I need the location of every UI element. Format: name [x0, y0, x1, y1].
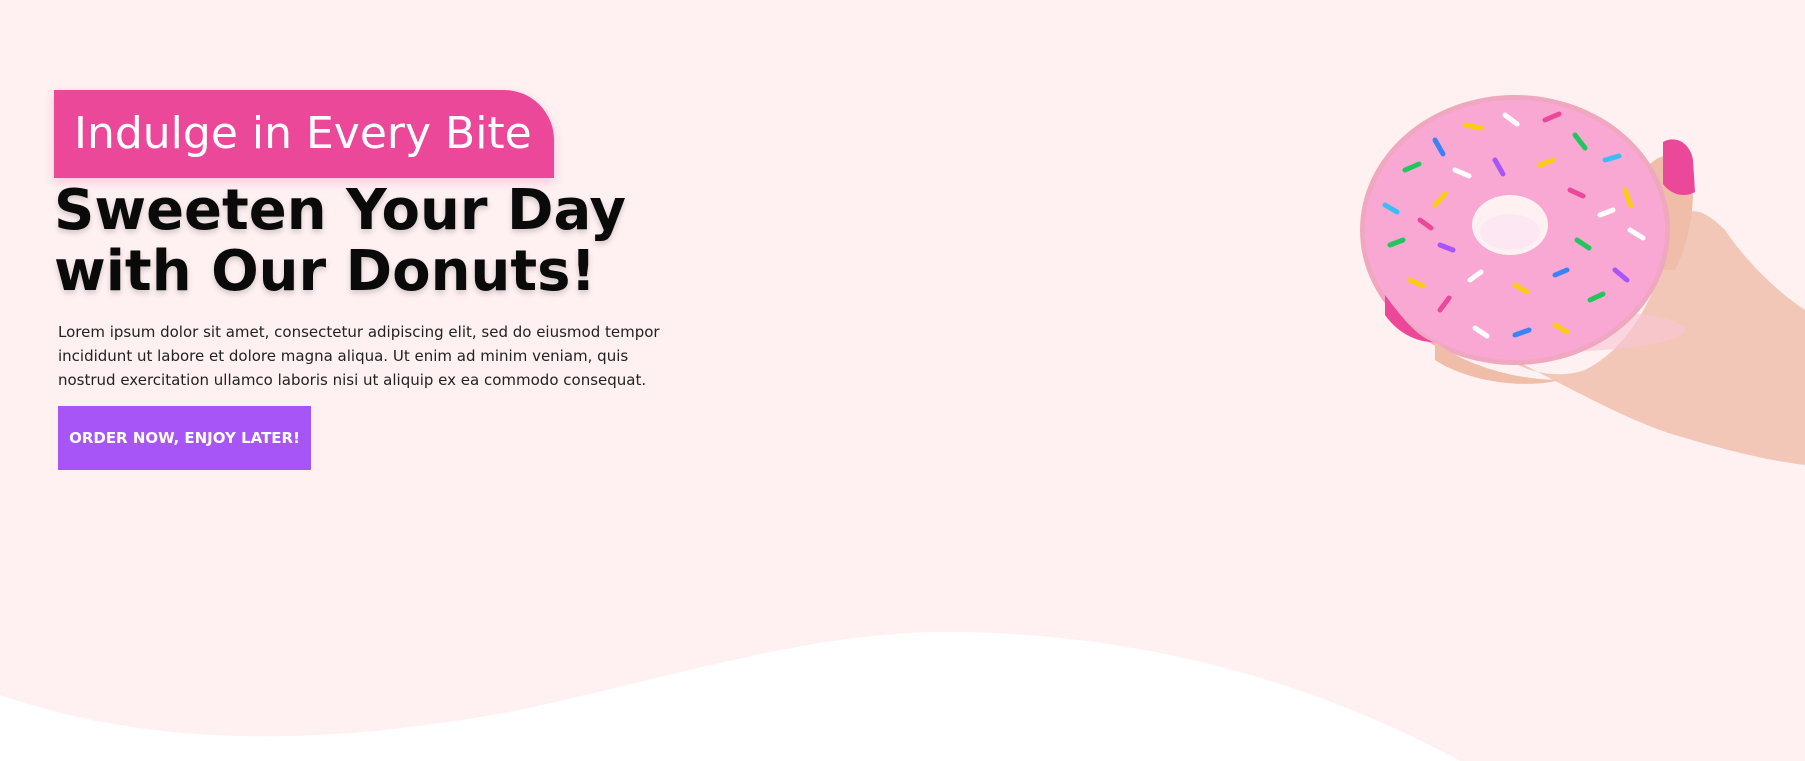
tagline-badge: Indulge in Every Bite [54, 90, 554, 178]
hero-description: Lorem ipsum dolor sit amet, consectetur … [58, 323, 660, 389]
wave-divider [0, 631, 1460, 761]
donut-in-hand-image [1360, 95, 1805, 465]
hero-headline: Sweeten Your Day with Our Donuts! [54, 178, 627, 304]
hero-section: Indulge in Every Bite Sweeten Your Day w… [0, 0, 1805, 761]
order-now-button[interactable]: ORDER NOW, ENJOY LATER! [58, 406, 311, 470]
